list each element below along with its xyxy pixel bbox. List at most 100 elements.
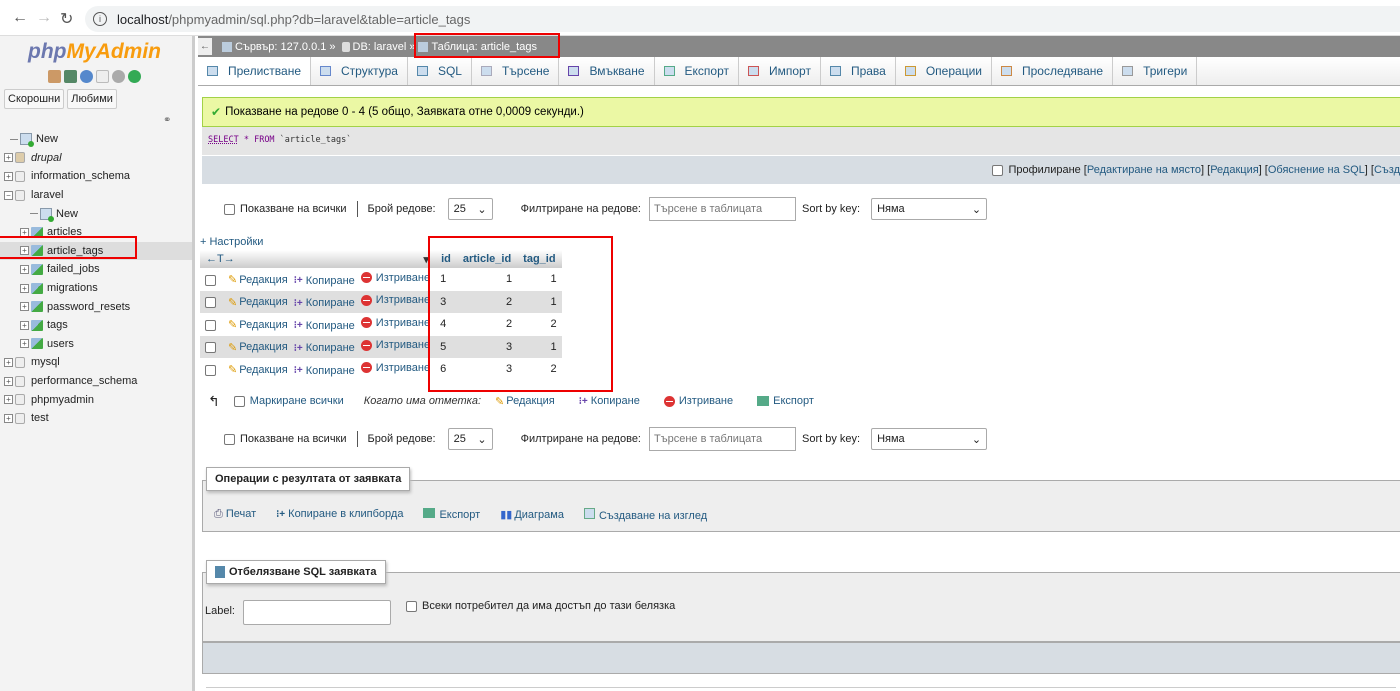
check-all-checkbox[interactable] [233, 395, 245, 407]
settings-link[interactable]: + Настройки [200, 236, 263, 248]
tree-table-tags[interactable]: + tags [0, 316, 192, 335]
create-php-code-link[interactable]: Създ [1374, 164, 1400, 176]
tree-table-article-tags[interactable]: + article_tags [0, 241, 192, 261]
expand-icon[interactable]: + [20, 227, 29, 237]
sort-by-key-select[interactable]: Няма ⌄ [871, 198, 988, 220]
tab-9[interactable]: Проследяване [992, 57, 1114, 85]
tab-1[interactable]: Структура [311, 57, 408, 85]
favorites-button[interactable]: Любими [67, 89, 117, 109]
home-icon[interactable] [48, 70, 61, 83]
row-edit-button[interactable]: ✎ Редакция [228, 296, 288, 309]
row-copy-button[interactable]: ⁝+ Копиране [294, 320, 355, 332]
docs-icon[interactable] [96, 70, 109, 83]
row-checkbox[interactable] [205, 297, 216, 309]
breadcrumb-table[interactable]: Таблица: article_tags [431, 41, 537, 53]
tree-db-performance-schema[interactable]: + performance_schema [0, 372, 192, 391]
cell-article-id[interactable]: 2 [456, 313, 518, 336]
row-copy-button[interactable]: ⁝+ Копиране [294, 297, 355, 309]
row-edit-button[interactable]: ✎ Редакция [228, 318, 288, 332]
rows-per-page-select[interactable]: 25 ⌄ [447, 198, 493, 220]
row-edit-button[interactable]: ✎ Редакция [228, 341, 288, 354]
reload-icon[interactable]: ↻ [60, 9, 73, 29]
expand-icon[interactable]: + [20, 339, 29, 349]
tree-db-drupal[interactable]: + drupal [0, 149, 192, 168]
column-header-id[interactable]: id [435, 250, 457, 268]
show-all-checkbox[interactable] [224, 433, 235, 445]
inline-edit-link[interactable]: Редактиране на място [1087, 164, 1201, 176]
expand-icon[interactable]: + [20, 264, 29, 274]
cell-id[interactable]: 5 [435, 335, 457, 358]
column-header-tag-id[interactable]: tag_id [517, 250, 562, 268]
cell-id[interactable]: 4 [435, 313, 457, 336]
cell-id[interactable]: 3 [435, 290, 457, 313]
row-delete-button[interactable]: Изтриване [360, 317, 430, 329]
tab-3[interactable]: Търсене [472, 57, 560, 85]
sort-by-key-select[interactable]: Няма ⌄ [871, 428, 988, 450]
bulk-edit-button[interactable]: ✎ Редакция [495, 395, 555, 408]
sql-keyword-select[interactable]: SELECT [208, 135, 239, 145]
cell-article-id[interactable]: 2 [456, 290, 518, 313]
column-header-article-id[interactable]: article_id [456, 250, 518, 268]
sort-dropdown-icon[interactable]: ▾ [424, 253, 430, 266]
expand-icon[interactable]: + [20, 320, 29, 330]
cell-tag-id[interactable]: 2 [517, 313, 562, 336]
logout-icon[interactable] [64, 70, 77, 83]
edit-query-link[interactable]: Редакция [1210, 164, 1258, 176]
expand-icon[interactable]: + [4, 395, 13, 405]
address-bar[interactable]: i localhost/phpmyadmin/sql.php?db=larave… [85, 6, 1400, 32]
bulk-export-button[interactable]: Експорт [757, 395, 814, 407]
row-copy-button[interactable]: ⁝+ Копиране [294, 275, 355, 287]
tree-db-phpmyadmin[interactable]: + phpmyadmin [0, 390, 192, 409]
cell-tag-id[interactable]: 1 [517, 335, 562, 358]
column-arrows[interactable]: ←T→ ▾ [200, 250, 436, 268]
show-all-checkbox[interactable] [224, 203, 235, 215]
row-edit-button[interactable]: ✎ Редакция [228, 273, 288, 287]
tab-4[interactable]: Вмъкване [559, 57, 655, 85]
bulk-delete-button[interactable]: Изтриване [663, 395, 733, 407]
tree-table-password-resets[interactable]: + password_resets [0, 297, 192, 316]
row-edit-button[interactable]: ✎ Редакция [228, 363, 288, 377]
bookmark-label-input[interactable] [243, 600, 391, 625]
info-icon[interactable]: i [93, 12, 107, 26]
expand-icon[interactable]: + [4, 171, 13, 181]
table-row[interactable]: ✎ Редакция ⁝+ Копиране Изтриване 6 3 2 [200, 358, 562, 381]
shared-bookmark-checkbox[interactable] [406, 600, 417, 612]
tab-8[interactable]: Операции [896, 57, 992, 85]
recent-button[interactable]: Скорошни [4, 89, 65, 109]
tree-db-laravel[interactable]: − laravel [0, 186, 192, 205]
row-copy-button[interactable]: ⁝+ Копиране [294, 365, 355, 377]
collapse-nav-icon[interactable]: ← [198, 38, 212, 55]
tree-new-table[interactable]: New [0, 204, 192, 223]
row-delete-button[interactable]: Изтриване [360, 339, 430, 351]
row-delete-button[interactable]: Изтриване [360, 272, 430, 284]
tab-7[interactable]: Права [821, 57, 896, 85]
cell-article-id[interactable]: 3 [456, 335, 518, 358]
tree-db-mysql[interactable]: + mysql [0, 353, 192, 372]
row-checkbox[interactable] [205, 319, 216, 331]
tab-0[interactable]: Прелистване [198, 57, 311, 85]
bulk-copy-button[interactable]: ⁝+ Копиране [579, 395, 640, 407]
gear-icon[interactable] [112, 70, 125, 83]
tree-table-failed-jobs[interactable]: + failed_jobs [0, 260, 192, 279]
phpmyadmin-logo[interactable]: phpMyAdmin [28, 40, 161, 64]
row-checkbox[interactable] [205, 364, 216, 376]
rows-per-page-select[interactable]: 25 ⌄ [447, 428, 493, 450]
tree-db-test[interactable]: + test [0, 409, 192, 428]
breadcrumb-db[interactable]: DB: laravel [353, 41, 407, 53]
cell-tag-id[interactable]: 1 [517, 290, 562, 313]
profiling-checkbox[interactable] [992, 164, 1004, 176]
cell-tag-id[interactable]: 1 [517, 268, 562, 291]
expand-icon[interactable]: + [20, 283, 29, 293]
table-row[interactable]: ✎ Редакция ⁝+ Копиране Изтриване 4 2 2 [200, 313, 562, 336]
create-view-link[interactable]: Създаване на изглед [583, 508, 707, 522]
row-copy-button[interactable]: ⁝+ Копиране [294, 342, 355, 354]
tree-table-users[interactable]: + users [0, 335, 192, 354]
cell-article-id[interactable]: 1 [456, 268, 518, 291]
tab-10[interactable]: Тригери [1113, 57, 1198, 85]
breadcrumb-server[interactable]: Сървър: 127.0.0.1 [235, 41, 326, 53]
tree-db-information-schema[interactable]: + information_schema [0, 167, 192, 186]
reload-icon[interactable] [128, 70, 141, 83]
expand-icon[interactable]: + [4, 357, 13, 367]
cell-tag-id[interactable]: 2 [517, 358, 562, 381]
back-icon[interactable]: ← [12, 9, 28, 27]
